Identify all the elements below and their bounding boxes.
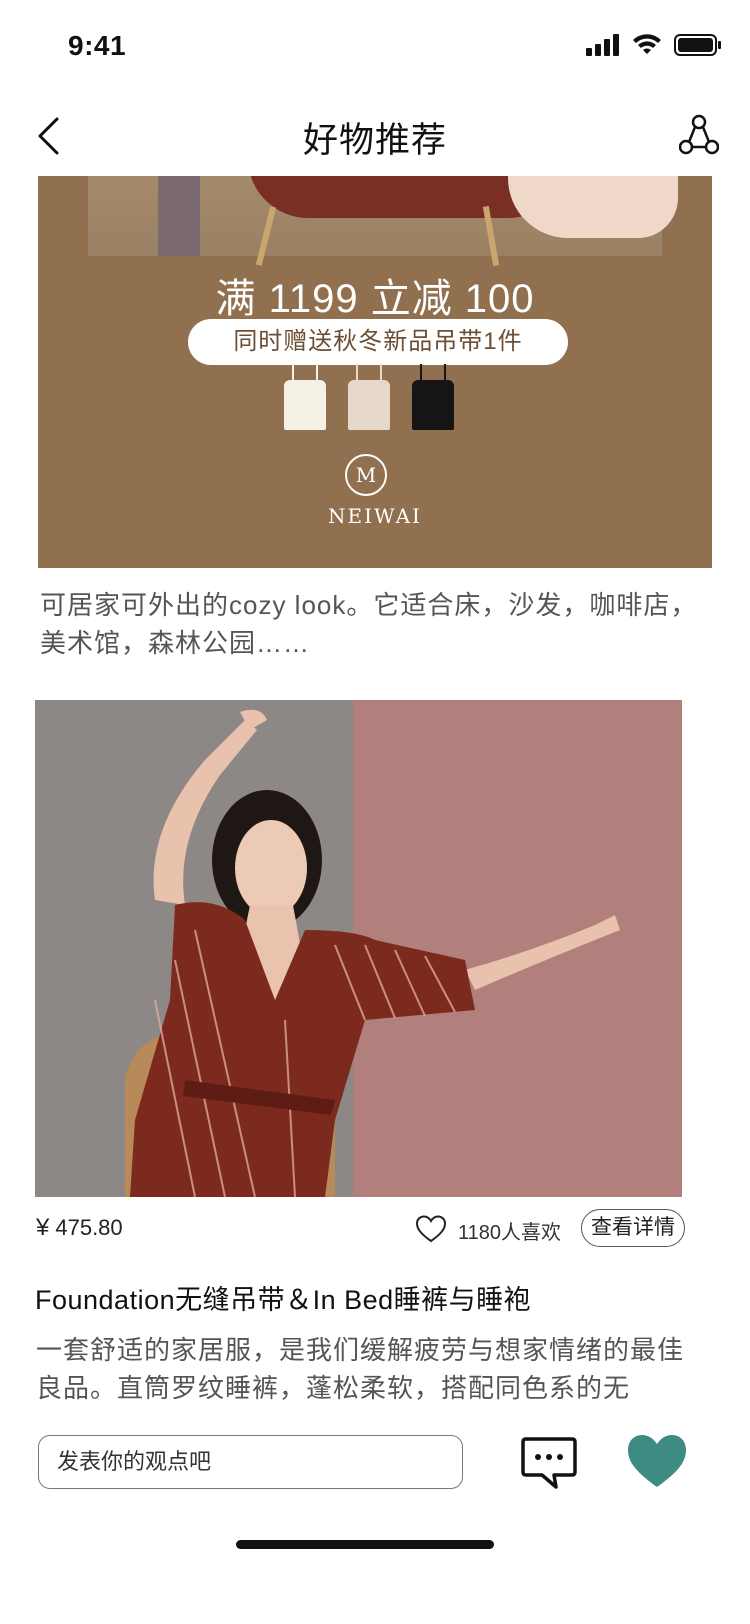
heart-outline-icon[interactable] <box>415 1214 447 1244</box>
feed-content[interactable]: 满 1199 立减 100 同时赠送秋冬新品吊带1件 M NEIWAI 可居家可… <box>0 176 750 1456</box>
model-photo <box>125 709 620 1197</box>
promo-drape <box>158 176 200 256</box>
promo-gift-label: 同时赠送秋冬新品吊带1件 <box>188 319 568 365</box>
view-details-button[interactable]: 查看详情 <box>581 1209 685 1247</box>
battery-icon <box>674 34 721 56</box>
status-time: 9:41 <box>68 30 127 61</box>
promo-headline: 满 1199 立减 100 <box>215 277 535 321</box>
product-description: 一套舒适的家居服，是我们缓解疲劳与想家情绪的最佳良品。直筒罗纹睡裤，蓬松柔软，搭… <box>36 1335 685 1403</box>
brand-name: NEIWAI <box>328 504 422 528</box>
navigation-bar: 好物推荐 <box>0 94 750 178</box>
share-button[interactable] <box>676 110 722 160</box>
promo-photo <box>88 176 678 267</box>
likes-count: 1180人喜欢 <box>458 1222 562 1244</box>
promo-chair-leg <box>255 206 277 266</box>
comment-input[interactable]: 发表你的观点吧 <box>38 1435 463 1489</box>
favorite-heart-icon[interactable] <box>626 1432 688 1490</box>
home-indicator <box>236 1540 494 1549</box>
share-icon <box>679 114 719 155</box>
comment-icon[interactable] <box>520 1436 578 1490</box>
promo-feet <box>508 176 678 238</box>
product-meta-row: ¥475.80 1180人喜欢 查看详情 <box>0 1206 750 1252</box>
status-icons <box>586 32 722 58</box>
page-title: 好物推荐 <box>302 121 447 160</box>
status-bar: 9:41 <box>0 0 750 94</box>
cellular-signal-icon <box>586 34 619 56</box>
price-value: 475.80 <box>55 1215 123 1240</box>
currency-symbol: ¥ <box>36 1214 50 1241</box>
promo-banner[interactable]: 满 1199 立减 100 同时赠送秋冬新品吊带1件 M NEIWAI <box>38 176 712 568</box>
camisole-images <box>284 364 464 436</box>
brand-logo: M <box>345 454 387 496</box>
camisole-ivory <box>284 364 326 430</box>
camisole-black <box>412 364 454 430</box>
wifi-icon <box>633 34 661 54</box>
product-image[interactable] <box>35 700 682 1197</box>
product-title: Foundation无缝吊带＆In Bed睡裤与睡袍 <box>35 1285 532 1315</box>
camisole-beige <box>348 364 390 430</box>
post-caption: 可居家可外出的cozy look。它适合床，沙发，咖啡店，美术馆，森林公园…… <box>40 590 698 658</box>
bottom-action-bar: 发表你的观点吧 <box>0 1410 750 1520</box>
product-price: ¥475.80 <box>36 1214 123 1242</box>
